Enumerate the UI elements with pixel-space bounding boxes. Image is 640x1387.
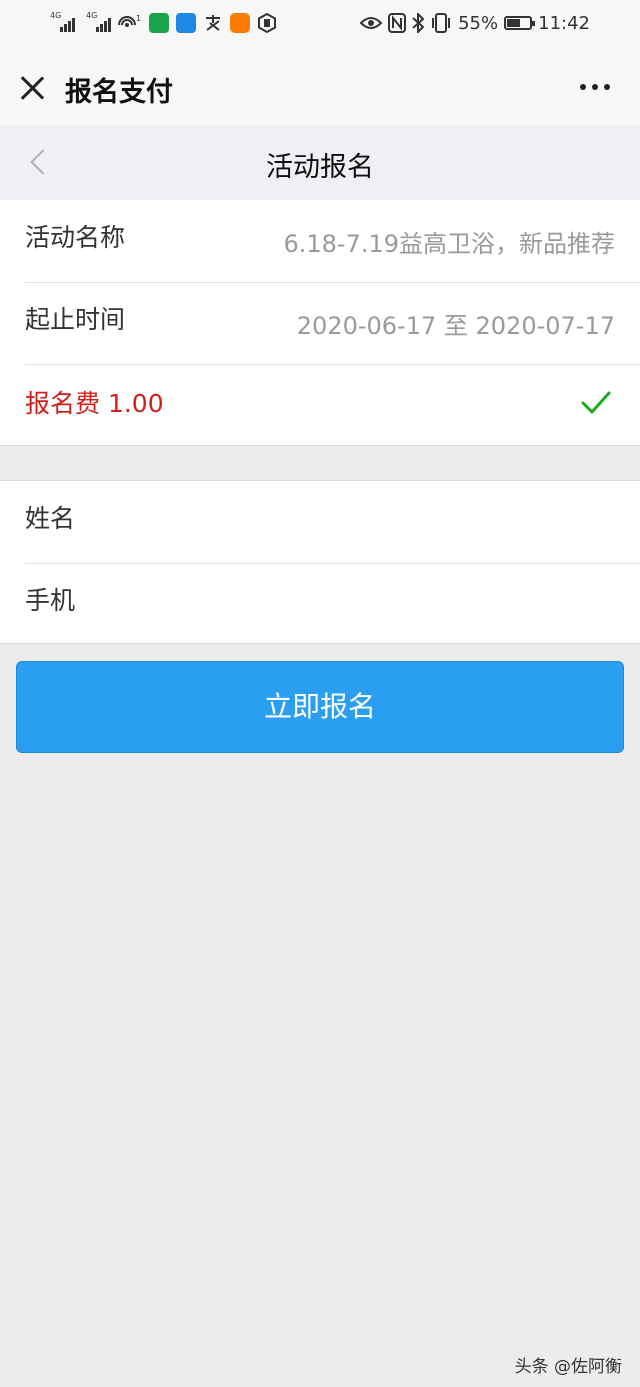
app-icon [258,13,276,33]
title-bar: 报名支付 [0,50,640,125]
wifi-icon: 1 [118,14,141,27]
battery-level [507,19,521,27]
nfc-icon [388,13,407,33]
app-icon [149,13,169,33]
checkmark-icon [581,391,611,414]
activity-name-value: 6.18-7.19益高卫浴，新品推荐 [283,230,615,258]
status-left-icons: 4G 4G 1 [50,11,277,35]
name-input[interactable] [120,497,615,545]
phone-input[interactable] [120,579,615,627]
activity-name-label: 活动名称 [25,223,126,252]
signal-icon: 4G [50,11,75,32]
status-bar: 4G 4G 1 55% 11:42 [0,0,640,50]
nav-bar: 活动报名 [0,125,640,200]
more-menu-icon[interactable] [580,84,610,92]
name-label: 姓名 [25,504,76,533]
name-row: 姓名 [0,481,640,563]
network-type-label: 4G [50,11,62,20]
eye-icon [360,17,383,29]
fee-option-row[interactable]: 报名费 1.00 [0,364,640,446]
status-right-icons: 55% 11:42 [360,11,590,35]
status-time: 11:42 [538,12,590,34]
battery-icon [504,16,536,30]
close-icon[interactable] [18,74,46,102]
activity-name-row: 活动名称 6.18-7.19益高卫浴，新品推荐 [0,200,640,282]
page-title: 报名支付 [65,77,173,108]
alipay-icon [206,15,220,31]
watermark: 头条 @佐阿衡 [514,1357,622,1377]
app-icon [176,13,196,33]
activity-info-group: 活动名称 6.18-7.19益高卫浴，新品推荐 起止时间 2020-06-17 … [0,200,640,446]
date-range-value: 2020-06-17 至 2020-07-17 [296,312,615,340]
signal-icon: 4G [86,11,111,32]
app-icon [230,13,250,33]
vibrate-icon [432,13,451,33]
date-range-row: 起止时间 2020-06-17 至 2020-07-17 [0,282,640,364]
network-type-label: 4G [86,11,98,20]
date-range-label: 起止时间 [25,305,126,334]
bluetooth-icon [412,13,425,33]
battery-percent: 55% [458,12,499,34]
fee-label: 报名费 1.00 [25,389,164,418]
phone-label: 手机 [25,586,76,615]
register-now-button[interactable]: 立即报名 [16,661,624,753]
nav-title: 活动报名 [266,152,374,183]
registration-form: 姓名 手机 [0,480,640,644]
svg-text:1: 1 [136,14,141,23]
phone-row: 手机 [0,563,640,645]
